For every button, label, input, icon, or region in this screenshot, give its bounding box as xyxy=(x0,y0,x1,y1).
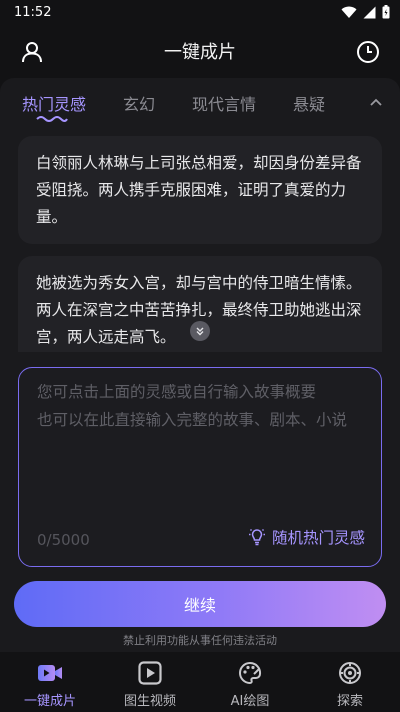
story-input-placeholder-line-2: 也可以在此直接输入完整的故事、剧本、小说 xyxy=(37,411,348,429)
user-icon xyxy=(22,42,42,63)
story-input[interactable]: 您可点击上面的灵感或自行输入故事概要 也可以在此直接输入完整的故事、剧本、小说 … xyxy=(18,367,382,567)
double-chevron-down-icon xyxy=(196,327,204,336)
compass-icon xyxy=(337,660,363,686)
tab-modern-romance[interactable]: 现代言情 xyxy=(192,91,256,115)
tab-fantasy[interactable]: 玄幻 xyxy=(123,91,155,115)
active-tab-indicator xyxy=(36,116,68,122)
nav-explore[interactable]: 探索 xyxy=(300,652,400,712)
wifi-icon xyxy=(341,6,357,18)
bottom-nav: 一键成片 图生视频 AI绘图 探索 xyxy=(0,652,400,712)
battery-icon xyxy=(382,5,390,19)
play-square-icon xyxy=(137,660,163,686)
expand-ideas-button[interactable] xyxy=(190,321,210,341)
idea-cards-list[interactable]: 白领丽人林琳与上司张总相爱，却因身份差异备受阻挠。两人携手克服困难，证明了真爱的… xyxy=(18,136,382,352)
category-tabs: 热门灵感 玄幻 现代言情 悬疑 xyxy=(0,78,400,128)
history-button[interactable] xyxy=(354,38,382,66)
lightbulb-icon xyxy=(248,528,265,546)
status-bar: 11:52 xyxy=(0,0,400,24)
clock-icon xyxy=(357,41,379,63)
nav-image-to-video[interactable]: 图生视频 xyxy=(100,652,200,712)
tab-suspense[interactable]: 悬疑 xyxy=(293,91,325,115)
nav-one-click-video[interactable]: 一键成片 xyxy=(0,652,100,712)
nav-ai-drawing[interactable]: AI绘图 xyxy=(200,652,300,712)
video-camera-icon xyxy=(37,660,63,686)
profile-button[interactable] xyxy=(18,38,46,66)
disclaimer-text: 禁止利用功能从事任何违法活动 xyxy=(123,634,277,647)
signal-icon xyxy=(363,6,376,18)
status-time: 11:52 xyxy=(14,4,52,20)
status-icons xyxy=(341,5,390,19)
page-title: 一键成片 xyxy=(164,42,236,63)
app-header: 一键成片 xyxy=(0,24,400,78)
idea-card[interactable]: 白领丽人林琳与上司张总相爱，却因身份差异备受阻挠。两人携手克服困难，证明了真爱的… xyxy=(18,136,382,244)
continue-button[interactable]: 继续 xyxy=(14,581,386,627)
tab-hot-ideas[interactable]: 热门灵感 xyxy=(22,91,86,122)
story-input-placeholder-line-1: 您可点击上面的灵感或自行输入故事概要 xyxy=(37,383,317,401)
collapse-tabs-chevron-up-icon[interactable] xyxy=(366,92,386,112)
random-hot-idea-button[interactable]: 随机热门灵感 xyxy=(248,526,365,548)
char-count: 0/5000 xyxy=(37,531,90,549)
palette-icon xyxy=(237,660,263,686)
